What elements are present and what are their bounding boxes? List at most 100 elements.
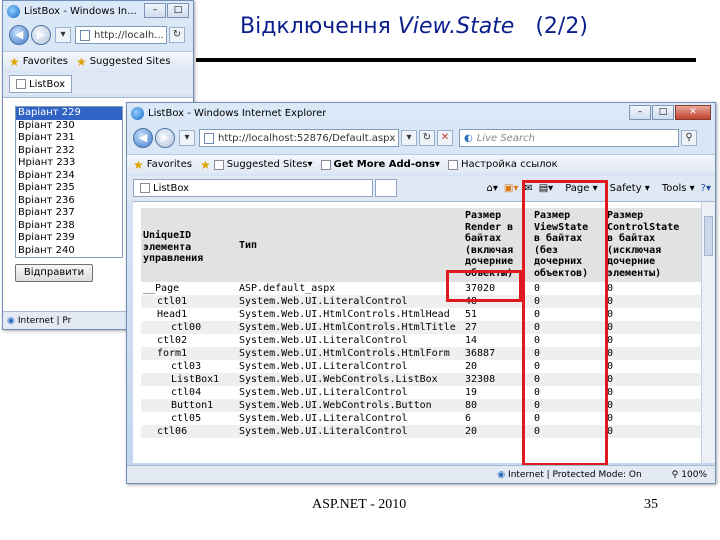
highlight-box-viewstate-column: [522, 180, 608, 466]
table-row: ctl01 System.Web.UI.LiteralControl 48 0 0: [141, 295, 703, 308]
globe-icon: ◉: [497, 469, 506, 480]
cell-unique-id: __Page: [143, 283, 180, 294]
listbox-item[interactable]: Вріант 238: [16, 220, 122, 233]
safety-menu[interactable]: Safety ▾: [604, 183, 650, 194]
search-icon[interactable]: ⚲: [681, 130, 697, 146]
listbox-item[interactable]: Вріант 231: [16, 132, 122, 145]
listbox-item[interactable]: Вріант 237: [16, 207, 122, 220]
scrollbar-thumb[interactable]: [704, 216, 713, 256]
front-favorites-bar: ★ Favorites ★ Suggested Sites ▾ Get More…: [127, 154, 715, 174]
listbox-item[interactable]: Вріант 235: [16, 182, 122, 195]
front-window-title: ListBox - Windows Internet Explorer: [148, 107, 327, 119]
maximize-icon[interactable]: □: [167, 3, 189, 18]
stop-icon[interactable]: ✕: [437, 130, 453, 146]
add-favorite-icon[interactable]: ★: [76, 55, 87, 69]
cell-type: System.Web.UI.HtmlControls.HtmlTitle: [239, 322, 456, 333]
address-dropdown-icon[interactable]: ▾: [401, 130, 417, 146]
globe-icon: ◉: [7, 315, 15, 326]
cell-unique-id: ctl00: [171, 322, 202, 333]
cell-render-size: 14: [465, 335, 478, 346]
listbox-item[interactable]: Вріант 232: [16, 145, 122, 158]
cell-unique-id: ctl01: [157, 296, 188, 307]
title-rule: [196, 58, 696, 62]
back-address-bar[interactable]: http://localh...: [75, 26, 167, 44]
back-arrow-icon[interactable]: ◀: [9, 25, 29, 45]
forward-arrow-icon[interactable]: ▶: [31, 25, 51, 45]
zoom-icon[interactable]: ⚲: [672, 470, 679, 480]
new-tab-button[interactable]: [375, 179, 397, 197]
header-type: Тип: [239, 240, 258, 251]
title-suffix: (2/2): [514, 14, 588, 39]
front-favorites-button[interactable]: Favorites: [147, 159, 192, 170]
submit-button[interactable]: Відправити: [15, 264, 93, 282]
front-tab-listbox[interactable]: ListBox: [133, 179, 373, 197]
table-row: ctl05 System.Web.UI.LiteralControl 6 0 0: [141, 412, 703, 425]
back-arrow-icon[interactable]: ◀: [133, 128, 153, 148]
listbox-item[interactable]: Вріант 230: [16, 120, 122, 133]
help-icon[interactable]: ?▾: [701, 183, 711, 194]
refresh-icon[interactable]: ↻: [169, 27, 185, 43]
listbox-item[interactable]: Нріант 233: [16, 157, 122, 170]
dropdown-icon[interactable]: ▾: [179, 130, 195, 146]
close-icon[interactable]: ✕: [675, 105, 711, 120]
variants-listbox[interactable]: Варіант 229 Вріант 230 Вріант 231 Вріант 23…: [15, 106, 123, 258]
vertical-scrollbar[interactable]: [701, 202, 715, 463]
table-row: __Page ASP.default_aspx 37020 0 0: [141, 282, 703, 295]
back-nav-row: ◀ ▶ ▾ http://localh... ↻: [3, 22, 193, 48]
refresh-icon[interactable]: ↻: [419, 130, 435, 146]
ie-logo-icon: [131, 106, 144, 120]
listbox-item[interactable]: Варіант 229: [16, 107, 122, 120]
minimize-icon[interactable]: –: [144, 3, 166, 18]
listbox-item[interactable]: Вріант 240: [16, 245, 122, 258]
table-row: form1 System.Web.UI.HtmlControls.HtmlForm…: [141, 347, 703, 360]
links-link[interactable]: Настройка ссылок: [447, 159, 558, 170]
cell-unique-id: Button1: [171, 400, 214, 411]
dropdown-icon[interactable]: ▾: [55, 27, 71, 43]
front-address-bar[interactable]: http://localhost:52876/Default.aspx: [199, 129, 399, 147]
home-icon[interactable]: ⌂▾: [487, 183, 498, 194]
star-icon: ★: [9, 54, 20, 69]
cell-unique-id: ctl03: [171, 361, 202, 372]
back-suggested-sites[interactable]: Suggested Sites: [90, 56, 171, 67]
table-row: Button1 System.Web.UI.WebControls.Button 8…: [141, 399, 703, 412]
title-prefix: Відключення: [240, 14, 398, 39]
cell-type: System.Web.UI.LiteralControl: [239, 413, 408, 424]
cell-type: System.Web.UI.WebControls.ListBox: [239, 374, 438, 385]
search-input[interactable]: ◐ Live Search: [459, 129, 679, 147]
table-row: ctl02 System.Web.UI.LiteralControl 14 0 0: [141, 334, 703, 347]
maximize-icon[interactable]: □: [652, 105, 674, 120]
feeds-icon[interactable]: ▣▾: [504, 183, 518, 194]
cell-render-size: 36887: [465, 348, 496, 359]
slide-title: Відключення View.State (2/2): [240, 14, 588, 39]
cell-unique-id: form1: [157, 348, 188, 359]
back-tab-listbox[interactable]: ListBox: [9, 75, 73, 93]
suggested-sites-link[interactable]: Suggested Sites ▾: [213, 159, 313, 170]
header-unique-id: UniqueID элемента управления: [143, 230, 204, 264]
tools-menu[interactable]: Tools ▾: [656, 183, 695, 194]
cell-type: System.Web.UI.WebControls.Button: [239, 400, 432, 411]
table-header: UniqueID элемента управления Тип Размер …: [141, 208, 703, 282]
cell-type: System.Web.UI.LiteralControl: [239, 426, 408, 437]
forward-arrow-icon[interactable]: ▶: [155, 128, 175, 148]
cell-render-size: 20: [465, 361, 478, 372]
cell-render-size: 6: [465, 413, 472, 424]
front-browser-window: ListBox - Windows Internet Explorer – □ …: [126, 102, 716, 484]
back-favorites-button[interactable]: Favorites: [23, 56, 68, 67]
suggested-sites-label: Suggested Sites: [226, 159, 308, 170]
minimize-icon[interactable]: –: [629, 105, 651, 120]
table-row: ctl06 System.Web.UI.LiteralControl 20 0 0: [141, 425, 703, 438]
front-status-bar: ◉ Internet | Protected Mode: On ⚲ 100%: [127, 465, 715, 483]
back-tab-label: ListBox: [29, 78, 66, 90]
back-status-text: Internet | Pr: [17, 315, 72, 326]
listbox-item[interactable]: Вріант 234: [16, 170, 122, 183]
listbox-item[interactable]: Вріант 236: [16, 195, 122, 208]
tab-page-icon: [16, 79, 26, 89]
cell-render-size: 19: [465, 387, 478, 398]
add-favorite-icon[interactable]: ★: [200, 158, 211, 172]
front-tab-row: ListBox ⌂▾ ▣▾ ✉ ▤▾ Page ▾ Safety ▾ Tools…: [127, 176, 715, 200]
cell-type: ASP.default_aspx: [239, 283, 336, 294]
addons-link[interactable]: Get More Add-ons ▾: [320, 159, 440, 170]
title-italic: View.State: [397, 14, 515, 39]
zoom-level[interactable]: 100%: [681, 470, 707, 480]
listbox-item[interactable]: Вріант 239: [16, 232, 122, 245]
